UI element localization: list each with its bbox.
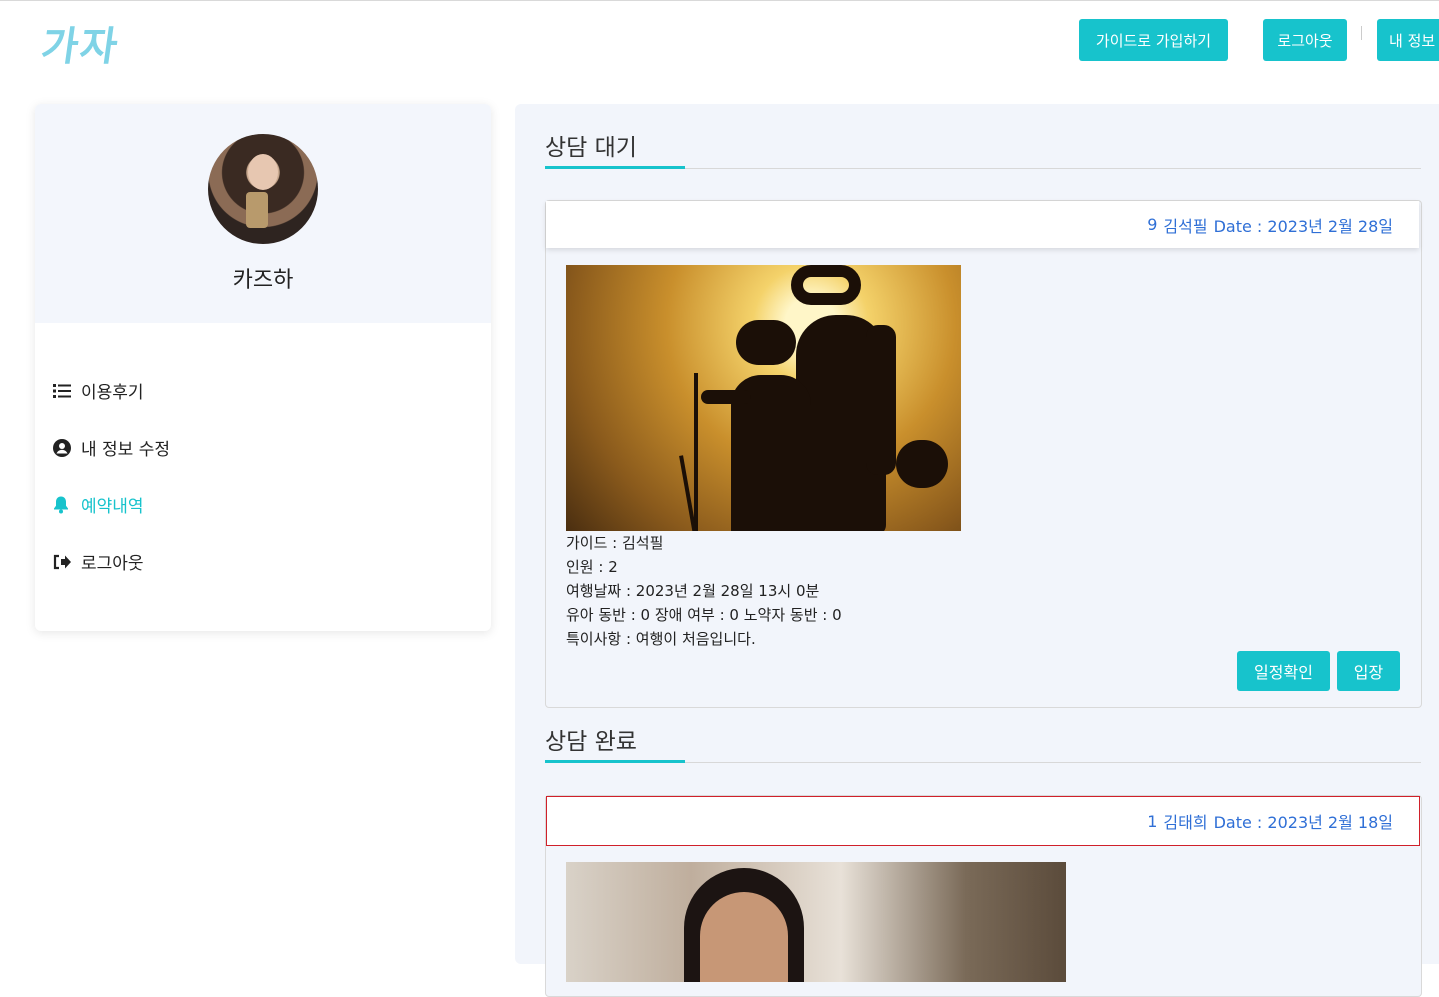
consult-date: Date : 2023년 2월 28일 bbox=[1213, 216, 1393, 236]
consult-details: 가이드 : 김석필 인원 : 2 여행날짜 : 2023년 2월 28일 13시… bbox=[566, 531, 842, 651]
header-logout-button[interactable]: 로그아웃 bbox=[1263, 19, 1347, 61]
guide-name: 김태희 bbox=[1163, 813, 1208, 832]
schedule-check-button[interactable]: 일정확인 bbox=[1237, 651, 1330, 691]
top-border bbox=[0, 0, 1439, 5]
guide-photo bbox=[566, 862, 1066, 982]
completed-consult-card: 1 김태희 Date : 2023년 2월 18일 bbox=[545, 795, 1422, 997]
sidebar-item-reservations[interactable]: 예약내역 bbox=[53, 476, 170, 533]
section-title-done: 상담 완료 bbox=[545, 729, 637, 755]
header-divider bbox=[1361, 26, 1362, 40]
enter-button[interactable]: 입장 bbox=[1337, 651, 1400, 691]
section-accent bbox=[545, 760, 685, 763]
user-circle-icon bbox=[53, 438, 81, 457]
detail-companions: 유아 동반 : 0 장애 여부 : 0 노약자 동반 : 0 bbox=[566, 606, 842, 624]
waiting-consult-card: 9 김석필 Date : 2023년 2월 28일 가이드 : 김석필 인원 :… bbox=[545, 200, 1422, 708]
sidebar-menu: 이용후기 내 정보 수정 예약내역 로그아웃 bbox=[53, 362, 170, 590]
detail-guide: 가이드 : 김석필 bbox=[566, 534, 664, 552]
site-logo[interactable]: 가자 bbox=[38, 14, 124, 72]
sign-out-icon bbox=[53, 554, 81, 570]
card-header[interactable]: 1 김태희 Date : 2023년 2월 18일 bbox=[546, 796, 1420, 846]
sidebar-item-label: 예약내역 bbox=[81, 497, 144, 517]
profile-name: 카즈하 bbox=[232, 268, 294, 293]
card-header[interactable]: 9 김석필 Date : 2023년 2월 28일 bbox=[546, 201, 1419, 248]
sidebar-item-label: 이용후기 bbox=[81, 383, 144, 403]
list-icon bbox=[53, 383, 81, 399]
sidebar-item-reviews[interactable]: 이용후기 bbox=[53, 362, 170, 419]
my-info-button[interactable]: 내 정보 bbox=[1377, 19, 1439, 61]
avatar bbox=[208, 134, 318, 244]
sidebar-item-label: 로그아웃 bbox=[81, 554, 144, 574]
sidebar-item-logout[interactable]: 로그아웃 bbox=[53, 533, 170, 590]
join-as-guide-button[interactable]: 가이드로 가입하기 bbox=[1079, 19, 1228, 61]
trip-photo bbox=[566, 265, 961, 531]
section-accent bbox=[545, 166, 685, 169]
guide-name: 김석필 bbox=[1163, 216, 1208, 236]
sidebar: 카즈하 이용후기 내 정보 수정 예약내역 로그아웃 bbox=[35, 104, 491, 631]
consult-date: Date : 2023년 2월 18일 bbox=[1213, 813, 1393, 832]
section-title-waiting: 상담 대기 bbox=[545, 135, 637, 161]
profile-section: 카즈하 bbox=[35, 104, 491, 323]
consult-number: 9 bbox=[1147, 215, 1158, 234]
bell-icon bbox=[53, 496, 81, 514]
sidebar-item-edit-info[interactable]: 내 정보 수정 bbox=[53, 419, 170, 476]
sidebar-item-label: 내 정보 수정 bbox=[81, 440, 171, 460]
detail-people: 인원 : 2 bbox=[566, 558, 618, 576]
main-panel: 상담 대기 9 김석필 Date : 2023년 2월 28일 가이드 : 김석… bbox=[515, 104, 1439, 997]
detail-notes: 특이사항 : 여행이 처음입니다. bbox=[566, 630, 756, 648]
detail-travel-date: 여행날짜 : 2023년 2월 28일 13시 0분 bbox=[566, 582, 820, 600]
consult-number: 1 bbox=[1147, 811, 1158, 831]
